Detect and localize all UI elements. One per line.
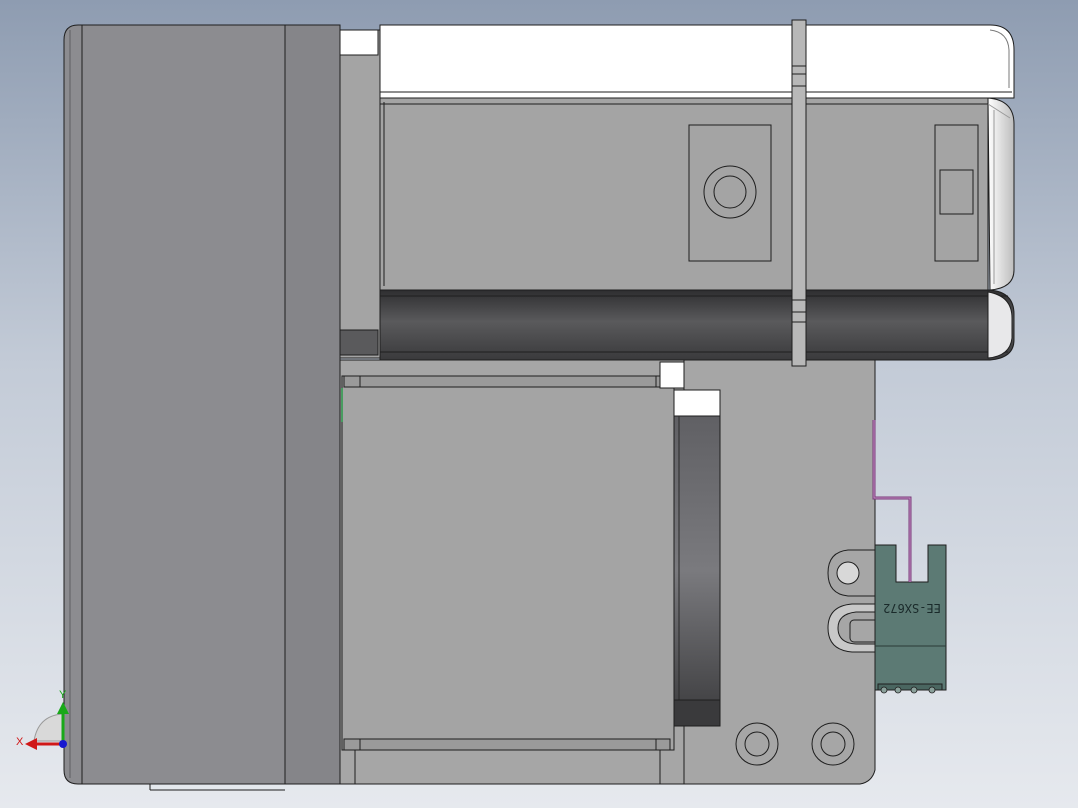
axis-triad: X Y	[16, 689, 69, 750]
model-canvas[interactable]: EE-SX672 X Y	[0, 0, 1078, 808]
motor-side-flange[interactable]	[673, 389, 721, 727]
mount-spacer[interactable]	[339, 29, 381, 359]
triad-x-arrow	[25, 738, 37, 750]
triad-y-label: Y	[59, 689, 67, 701]
cad-viewport[interactable]: EE-SX672 X Y	[0, 0, 1078, 808]
linear-module-cover[interactable]	[379, 24, 1015, 99]
triad-plane	[33, 713, 63, 742]
gear-housing[interactable]	[63, 24, 341, 791]
slot-panel[interactable]	[934, 124, 979, 262]
connector-panel[interactable]	[688, 124, 772, 262]
mount-hole-right	[811, 722, 855, 766]
motor-block[interactable]	[341, 361, 685, 751]
triad-z-axis	[59, 740, 67, 748]
mount-hole-left	[735, 722, 779, 766]
triad-x-label: X	[16, 736, 24, 748]
linear-module-channel[interactable]	[379, 289, 1015, 361]
sensor-part-label: EE-SX672	[883, 601, 941, 615]
clamp-bracket[interactable]	[791, 19, 807, 367]
